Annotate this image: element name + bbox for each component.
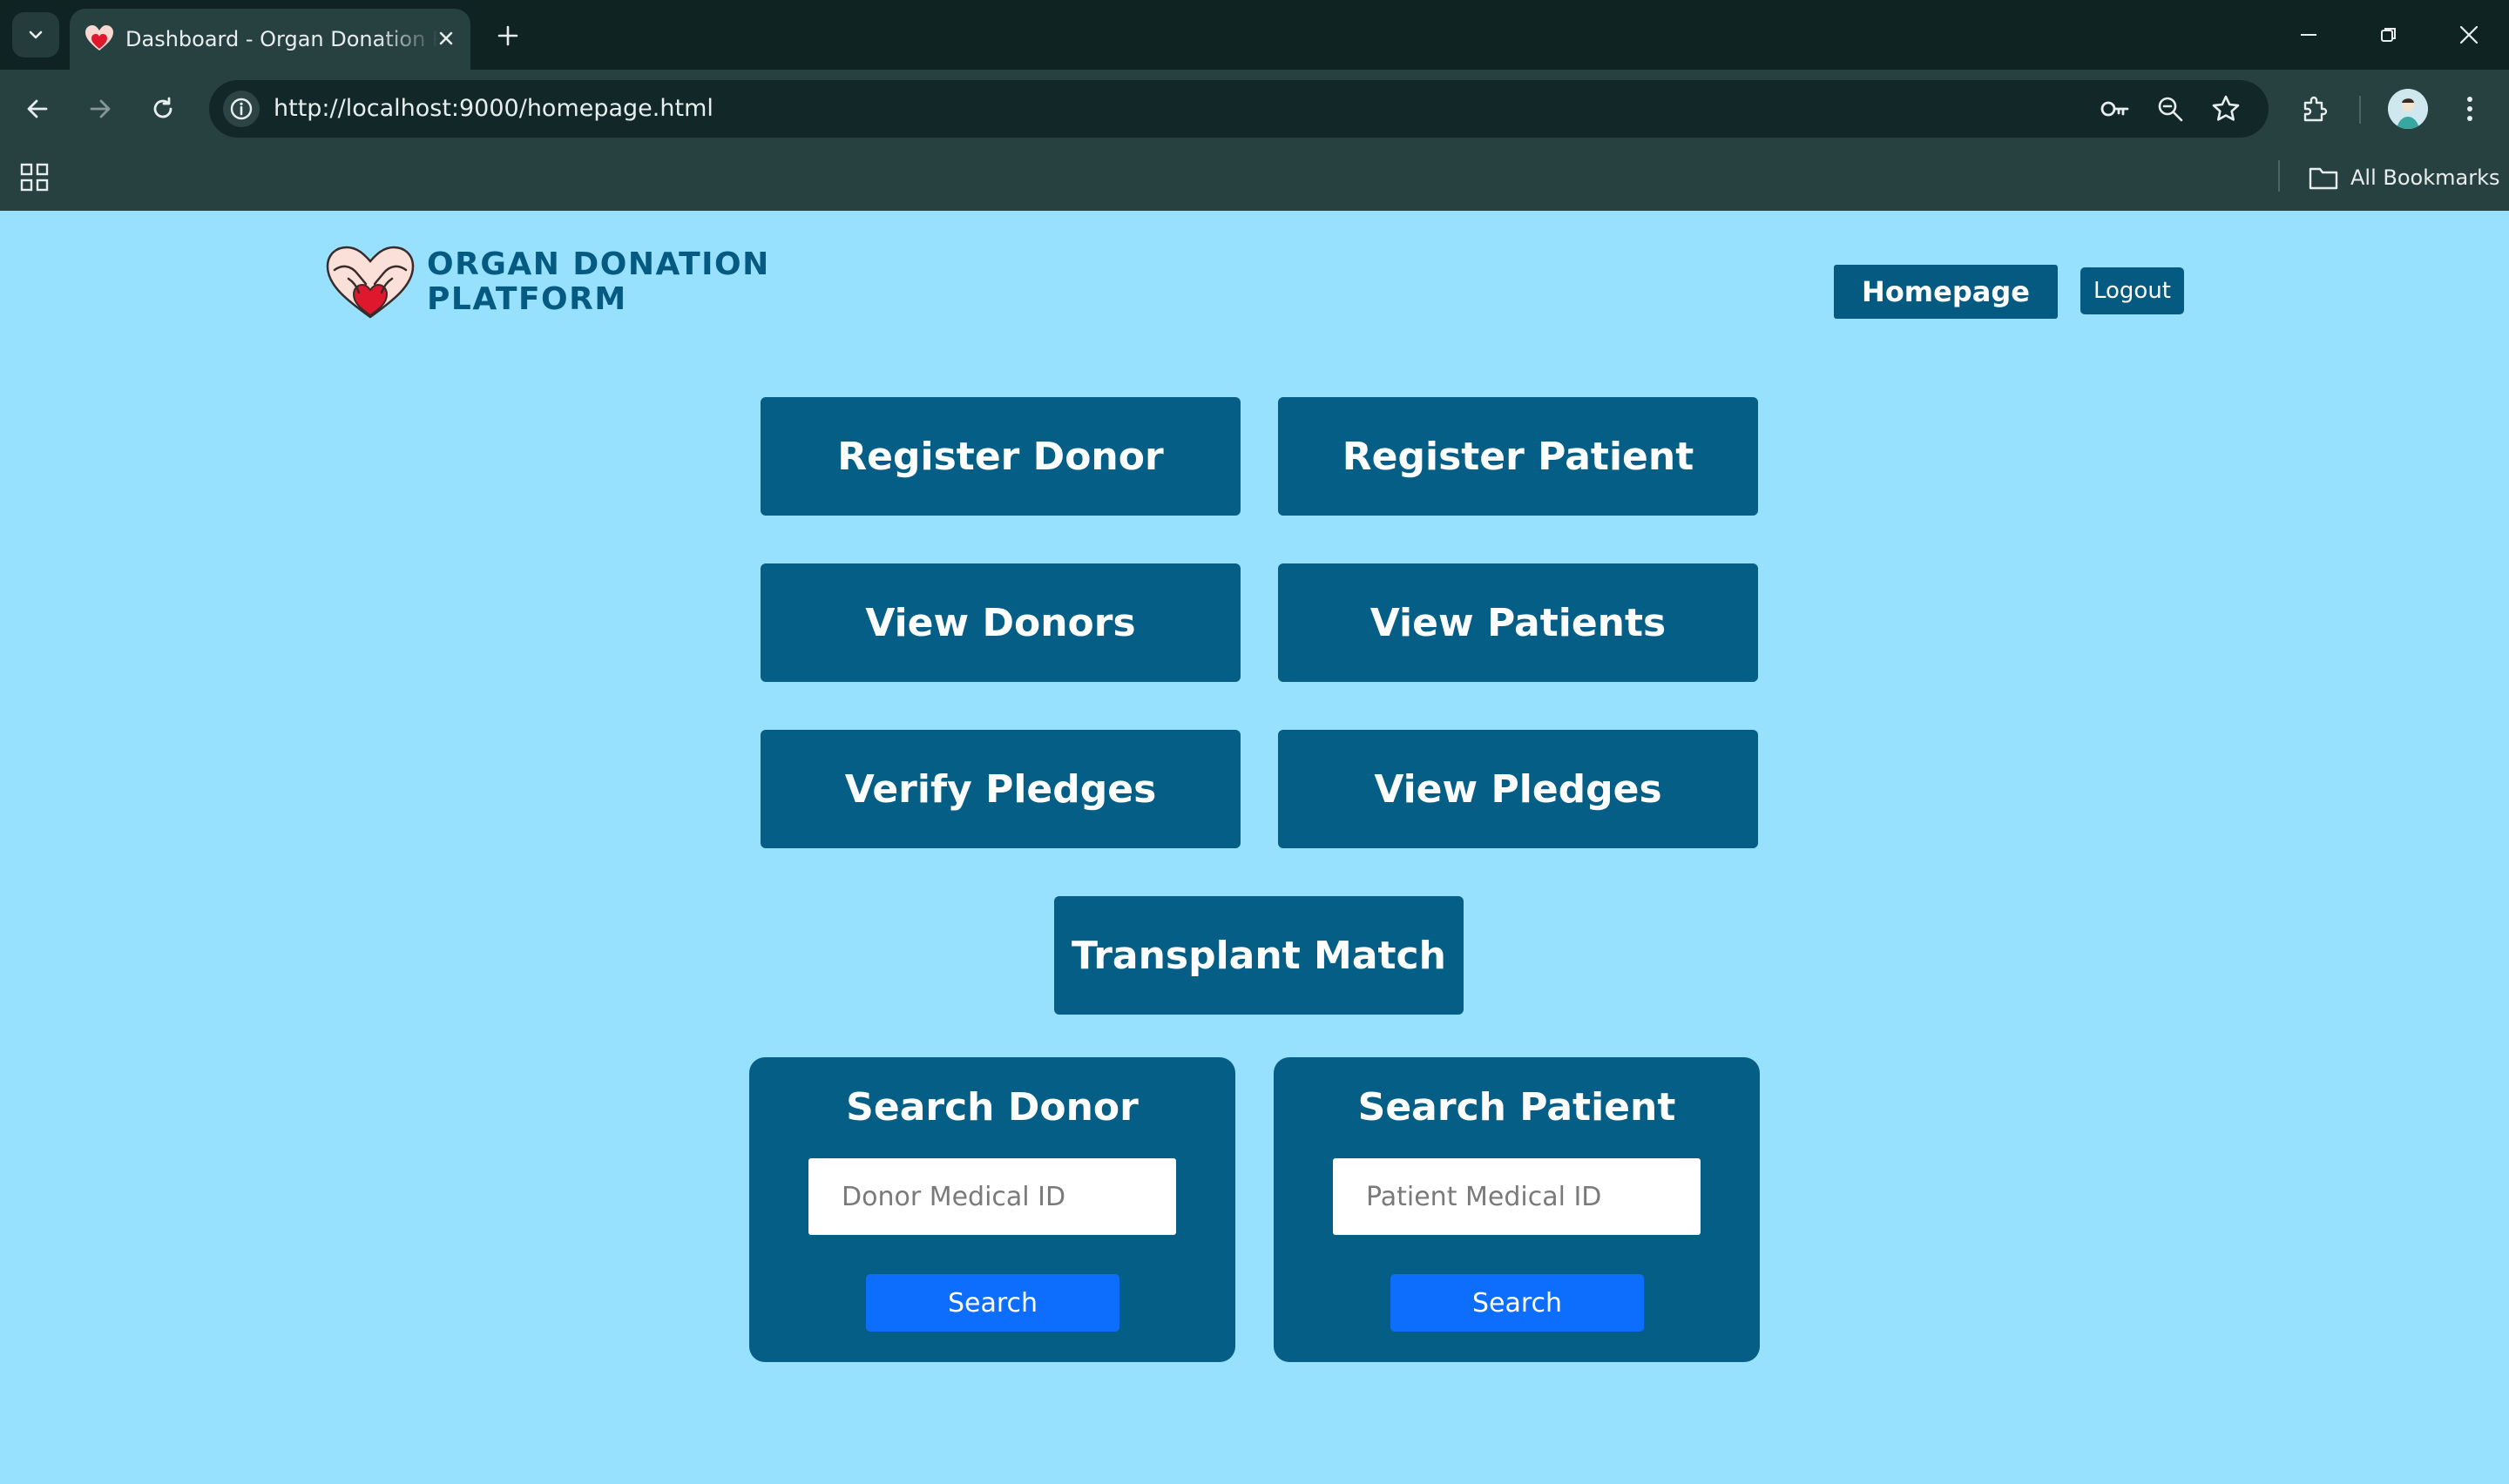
all-bookmarks-label: All Bookmarks	[2350, 165, 2500, 190]
extensions-icon[interactable]	[2293, 87, 2337, 131]
view-patients-button[interactable]: View Patients	[1278, 563, 1758, 682]
more-vert-icon[interactable]	[2448, 87, 2492, 131]
brand-line-2: PLATFORM	[427, 281, 627, 317]
back-arrow-icon[interactable]	[16, 87, 59, 131]
brand-logo[interactable]: ORGAN DONATION PLATFORM	[322, 244, 770, 320]
patient-medical-id-input[interactable]	[1333, 1158, 1701, 1235]
url-text[interactable]: http://localhost:9000/homepage.html	[274, 94, 713, 124]
brand-name: ORGAN DONATION PLATFORM	[427, 247, 770, 317]
address-bar[interactable]: http://localhost:9000/homepage.html	[209, 80, 2269, 138]
apps-grid-icon[interactable]	[19, 162, 51, 193]
info-icon[interactable]	[223, 91, 260, 127]
plus-icon[interactable]	[488, 16, 528, 56]
register-patient-button[interactable]: Register Patient	[1278, 397, 1758, 516]
tab-title: Dashboard - Organ Donation Platform	[125, 27, 439, 51]
search-donor-card: Search Donor Search	[749, 1057, 1235, 1362]
logout-button[interactable]: Logout	[2080, 267, 2184, 314]
donor-medical-id-input[interactable]	[808, 1158, 1176, 1235]
browser-tab[interactable]: Dashboard - Organ Donation Platform	[70, 9, 470, 70]
register-donor-button[interactable]: Register Donor	[761, 397, 1241, 516]
dashboard-page: ORGAN DONATION PLATFORM Homepage Logout …	[0, 211, 2509, 1484]
all-bookmarks-button[interactable]: All Bookmarks	[2309, 160, 2499, 195]
nav-homepage-button[interactable]: Homepage	[1834, 265, 2058, 319]
bookmarks-bar: All Bookmarks	[0, 148, 2509, 211]
search-patient-card: Search Patient Search	[1274, 1057, 1760, 1362]
browser-tab-strip: Dashboard - Organ Donation Platform	[0, 0, 2509, 70]
search-donor-button[interactable]: Search	[866, 1274, 1119, 1332]
forward-arrow-icon[interactable]	[78, 87, 122, 131]
bookmarks-divider	[2278, 160, 2280, 192]
toolbar-divider	[2359, 96, 2361, 124]
key-icon[interactable]	[2096, 91, 2133, 127]
zoom-icon[interactable]	[2152, 91, 2188, 127]
heart-favicon-icon	[85, 25, 113, 51]
verify-pledges-button[interactable]: Verify Pledges	[761, 730, 1241, 848]
folder-icon	[2309, 167, 2338, 190]
view-pledges-button[interactable]: View Pledges	[1278, 730, 1758, 848]
transplant-match-button[interactable]: Transplant Match	[1054, 896, 1464, 1015]
minimize-icon[interactable]	[2282, 12, 2335, 57]
close-icon[interactable]	[430, 23, 462, 54]
star-icon[interactable]	[2208, 91, 2244, 127]
window-close-icon[interactable]	[2443, 12, 2495, 57]
search-patient-title: Search Patient	[1357, 1085, 1676, 1130]
search-patient-button[interactable]: Search	[1390, 1274, 1644, 1332]
reload-icon[interactable]	[141, 87, 185, 131]
restore-icon[interactable]	[2363, 12, 2415, 57]
avatar[interactable]	[2388, 89, 2428, 129]
view-donors-button[interactable]: View Donors	[761, 563, 1241, 682]
brand-line-1: ORGAN DONATION	[427, 246, 770, 282]
search-donor-title: Search Donor	[846, 1085, 1139, 1130]
browser-toolbar: http://localhost:9000/homepage.html	[0, 70, 2509, 148]
tab-search-icon[interactable]	[12, 12, 59, 57]
heart-hands-icon	[326, 246, 415, 319]
